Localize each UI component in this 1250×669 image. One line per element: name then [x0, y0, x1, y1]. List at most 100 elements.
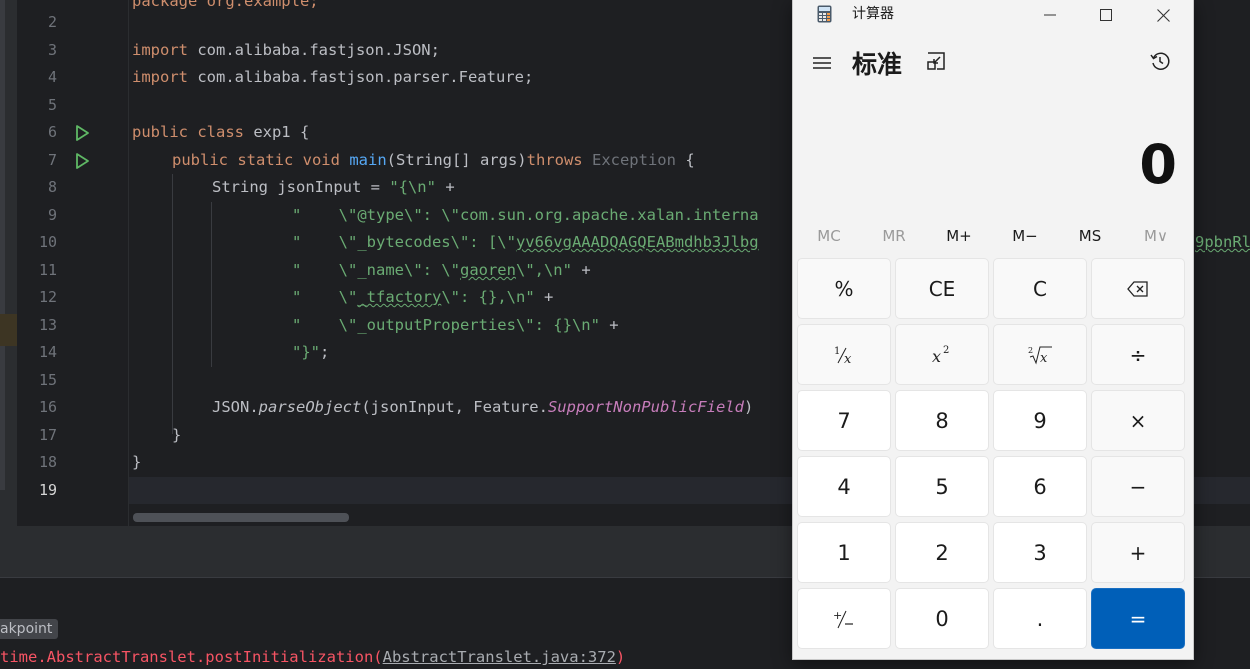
code-line-10-overflow: 9pbnRl: [1195, 229, 1250, 256]
calculator-app-icon: [817, 5, 832, 23]
memory-store-button[interactable]: MS: [1058, 222, 1122, 250]
stack-trace-link[interactable]: AbstractTranslet.java:372: [383, 648, 616, 666]
backspace-icon: [1127, 280, 1148, 297]
line-number-current: 19: [38, 481, 57, 499]
clear-entry-button[interactable]: CE: [895, 258, 989, 319]
code-line-8: String jsonInput = "{\n" +: [212, 174, 455, 201]
code-line-6: public class exp1 {: [132, 119, 309, 146]
square-button[interactable]: x2: [895, 324, 989, 385]
run-main-icon[interactable]: [73, 152, 91, 170]
square-root-icon: 2x: [1028, 346, 1052, 366]
digit-2-button[interactable]: 2: [895, 522, 989, 583]
line-number: 14: [38, 343, 57, 361]
code-text: com.alibaba.fastjson.JSON;: [188, 41, 440, 59]
svg-text:x: x: [1040, 351, 1048, 366]
calculator-window[interactable]: 计算器 标准 0 MC MR M+ M− MS M∨ % CE C 1 x x …: [792, 0, 1194, 660]
line-number: 6: [47, 123, 57, 141]
digit-1-button[interactable]: 1: [797, 522, 891, 583]
digit-7-button[interactable]: 7: [797, 390, 891, 451]
digit-0-button[interactable]: 0: [895, 588, 989, 649]
line-number: 11: [38, 261, 57, 279]
indent-guide: [211, 202, 212, 367]
gutter-separator: [128, 0, 129, 526]
code-string: \",\n": [515, 261, 572, 279]
gutter-selection-bar: [0, 0, 5, 490]
backspace-button[interactable]: [1091, 258, 1185, 319]
code-text: }: [172, 426, 182, 444]
svg-text:+: +: [833, 609, 842, 622]
maximize-button[interactable]: [1083, 0, 1129, 30]
calculator-titlebar[interactable]: 计算器: [793, 0, 1193, 30]
code-keyword: import: [132, 68, 188, 86]
digit-5-button[interactable]: 5: [895, 456, 989, 517]
run-class-icon[interactable]: [73, 124, 91, 142]
code-text: ): [743, 398, 754, 416]
horizontal-scrollbar[interactable]: [133, 513, 349, 522]
code-keyword: throws: [526, 151, 583, 169]
code-line-11: " \"_name\": \"gaoren\",\n" +: [292, 257, 591, 284]
breakpoint-tag: akpoint: [0, 619, 59, 639]
equals-button[interactable]: =: [1091, 588, 1185, 649]
line-number: 3: [47, 41, 57, 59]
memory-clear-button[interactable]: MC: [797, 222, 861, 250]
stack-trace-text: ): [615, 648, 626, 666]
code-method: parseObject: [258, 398, 362, 416]
digit-4-button[interactable]: 4: [797, 456, 891, 517]
hamburger-menu-icon[interactable]: [809, 50, 835, 76]
editor-left-strip: [0, 0, 17, 526]
digit-9-button[interactable]: 9: [993, 390, 1087, 451]
percent-button[interactable]: %: [797, 258, 891, 319]
code-line-12: " \"_tfactory\": {},\n" +: [292, 284, 553, 311]
code-text: String jsonInput =: [212, 178, 390, 196]
code-line-16: JSON.parseObject(jsonInput, Feature.Supp…: [212, 394, 753, 421]
code-string: " \": [292, 288, 358, 306]
square-root-button[interactable]: 2x: [993, 324, 1087, 385]
code-line-7: public static void main(String[] args)th…: [172, 147, 695, 174]
digit-3-button[interactable]: 3: [993, 522, 1087, 583]
subtract-button[interactable]: −: [1091, 456, 1185, 517]
divide-button[interactable]: ÷: [1091, 324, 1185, 385]
result-display: 0: [1139, 133, 1177, 196]
code-string: " \"_outputProperties\": {}\n": [292, 316, 600, 334]
code-string: "}": [292, 343, 320, 361]
code-keyword: public class: [132, 123, 244, 141]
multiply-button[interactable]: ×: [1091, 390, 1185, 451]
stack-trace-line: time.AbstractTranslet.postInitialization…: [0, 645, 625, 669]
code-string: 9pbnRl: [1195, 233, 1250, 251]
add-button[interactable]: +: [1091, 522, 1185, 583]
decimal-button[interactable]: .: [993, 588, 1087, 649]
square-icon: x2: [932, 345, 949, 366]
code-text: +: [534, 288, 554, 306]
code-method: main: [349, 151, 387, 169]
negate-button[interactable]: +: [797, 588, 891, 649]
close-button[interactable]: [1140, 0, 1186, 30]
digit-8-button[interactable]: 8: [895, 390, 989, 451]
line-number: 18: [38, 453, 57, 471]
memory-recall-button[interactable]: MR: [862, 222, 926, 250]
memory-list-button[interactable]: M∨: [1124, 222, 1188, 250]
svg-text:x: x: [932, 347, 941, 366]
maximize-icon: [1100, 9, 1112, 21]
svg-text:x: x: [844, 352, 852, 366]
code-text: {: [675, 151, 695, 169]
line-number: 12: [38, 288, 57, 306]
digit-6-button[interactable]: 6: [993, 456, 1087, 517]
history-icon[interactable]: [1149, 50, 1171, 72]
memory-row: MC MR M+ M− MS M∨: [797, 222, 1189, 250]
code-type: Exception: [591, 151, 676, 169]
memory-add-button[interactable]: M+: [927, 222, 991, 250]
line-number: 5: [47, 96, 57, 114]
mode-title: 标准: [852, 50, 903, 79]
reciprocal-button[interactable]: 1x: [797, 324, 891, 385]
minimize-button[interactable]: [1027, 0, 1073, 30]
line-number: 17: [38, 426, 57, 444]
plus-minus-icon: +: [833, 609, 853, 628]
memory-subtract-button[interactable]: M−: [993, 222, 1057, 250]
clear-button[interactable]: C: [993, 258, 1087, 319]
code-line-17: }: [172, 422, 181, 449]
keep-on-top-icon[interactable]: [925, 50, 947, 72]
code-string: _tfactory: [357, 288, 442, 306]
code-line-10: " \"_bytecodes\": [\"yv66vgAAADQAGQEABmd…: [292, 229, 759, 256]
code-line-2: package org.example;: [132, 0, 319, 15]
code-string: \": {},\n": [441, 288, 535, 306]
